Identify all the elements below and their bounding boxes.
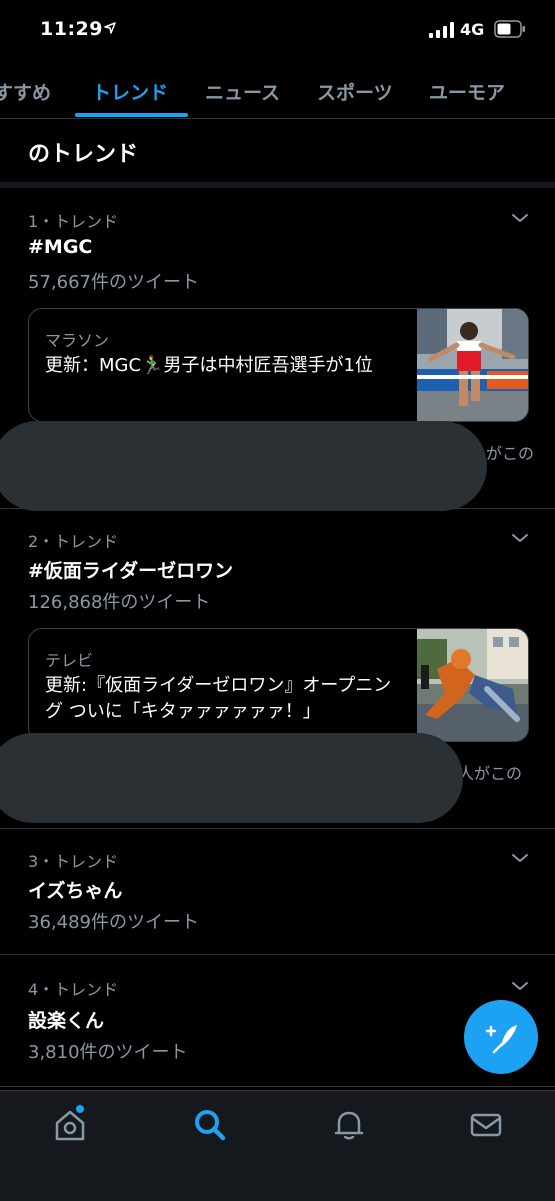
news-category: マラソン [45,331,110,350]
tab-news[interactable]: ニュース [205,78,280,105]
trend-item[interactable]: 2・トレンド #仮面ライダーゼロワン 126,868件のツイート テレビ 更新:… [0,508,555,829]
news-thumbnail [417,629,528,741]
bottom-navigation [0,1090,555,1201]
bell-icon[interactable] [331,1107,367,1143]
news-headline: 更新：MGC🏃‍♂️男子は中村匠吾選手が1位 [45,355,373,376]
trend-name: #MGC [28,236,93,258]
chevron-down-icon[interactable] [511,212,529,224]
section-header: のトレンド [0,118,555,183]
chevron-down-icon[interactable] [511,980,529,992]
mail-icon[interactable] [468,1107,504,1143]
status-time: 11:29 [40,18,103,40]
news-headline: 更新:『仮面ライダーゼロワン』オープニング ついに「キタァァァァァァ！」 [45,675,392,722]
signal-bars-icon [429,22,454,38]
tweet-count: 126,868件のツイート [28,592,211,613]
news-category: テレビ [45,651,94,670]
tweet-count: 3,810件のツイート [28,1042,188,1063]
battery-icon [494,20,525,38]
trend-name: 設楽くん [28,1010,105,1032]
redaction-overlay [0,733,463,823]
active-tab-indicator [75,113,188,117]
chevron-down-icon[interactable] [511,532,529,544]
notification-dot [76,1105,84,1113]
trend-rank: 4・トレンド [28,980,119,999]
trend-name: #仮面ライダーゼロワン [28,560,234,582]
status-bar: 11:29 4G [0,0,555,60]
search-icon[interactable] [192,1107,228,1143]
tweet-count: 57,667件のツイート [28,272,199,293]
tweet-count: 36,489件のツイート [28,912,199,933]
compose-tweet-button[interactable] [464,1000,538,1074]
news-card[interactable]: テレビ 更新:『仮面ライダーゼロワン』オープニング ついに「キタァァァァァァ！」 [28,628,529,742]
tweet-activity-text: がこの [486,444,535,463]
chevron-down-icon[interactable] [511,852,529,864]
compose-tweet-icon [485,1025,517,1054]
location-arrow-icon [104,22,116,34]
network-type: 4G [460,20,485,39]
trend-item[interactable]: 3・トレンド イズちゃん 36,489件のツイート [0,828,555,955]
section-title: のトレンド [28,142,139,167]
news-card[interactable]: マラソン 更新：MGC🏃‍♂️男子は中村匠吾選手が1位 [28,308,529,422]
trend-rank: 1・トレンド [28,212,119,231]
tweet-activity-text: 人がこの [458,764,523,783]
tab-sports[interactable]: スポーツ [317,78,393,105]
trend-item[interactable]: 1・トレンド #MGC 57,667件のツイート マラソン 更新：MGC🏃‍♂️… [0,188,555,511]
tab-trends[interactable]: トレンド [92,78,168,105]
trend-name: イズちゃん [28,880,123,902]
tab-recommended[interactable]: すすめ [0,78,51,105]
trend-rank: 3・トレンド [28,852,119,871]
explore-tabs: すすめ トレンド ニュース スポーツ ユーモア [0,60,555,119]
home-icon[interactable] [52,1107,88,1143]
trend-rank: 2・トレンド [28,532,119,551]
news-thumbnail [417,309,528,421]
tab-humor[interactable]: ユーモア [429,78,505,105]
redaction-overlay [0,421,487,511]
